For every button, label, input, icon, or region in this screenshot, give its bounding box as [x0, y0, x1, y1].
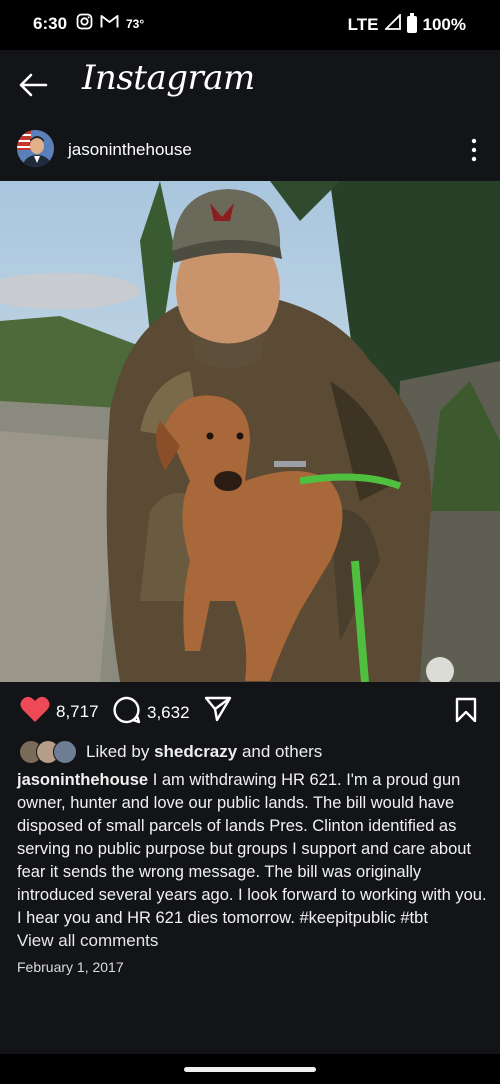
status-right: LTE 100% [347, 12, 466, 35]
liked-by-prefix: Liked by [86, 742, 150, 761]
likes-count: 8,717 [56, 702, 99, 721]
comment-button[interactable]: 3,632 [113, 696, 190, 729]
caption-text: I am withdrawing HR 621. I'm a proud gun… [17, 771, 487, 927]
post-photo[interactable] [0, 181, 500, 682]
liked-by-suffix: and others [241, 742, 323, 761]
view-all-comments-link[interactable]: View all comments [17, 931, 158, 951]
gmail-icon [100, 14, 119, 34]
status-time: 6:30 [33, 14, 68, 33]
instagram-logo: Instagram [82, 58, 255, 98]
comment-icon [113, 696, 141, 729]
battery-percent: 100% [422, 14, 466, 34]
status-bar: 6:30 73° LTE 100% [0, 0, 500, 50]
liker-avatars [19, 740, 79, 764]
share-icon[interactable] [204, 696, 232, 727]
battery-icon [406, 13, 417, 33]
system-nav-bar [0, 1054, 500, 1084]
avatar[interactable] [17, 130, 54, 167]
liked-by-user[interactable]: shedcrazy [154, 742, 237, 761]
post-caption: jasoninthehouse I am withdrawing HR 621.… [17, 769, 487, 930]
network-label: LTE [347, 14, 379, 34]
caption-username[interactable]: jasoninthehouse [17, 771, 148, 789]
status-icons: 73° [76, 13, 144, 35]
app-header: Instagram [0, 50, 500, 120]
liked-by-row[interactable]: Liked by shedcrazy and others [19, 740, 322, 764]
more-vertical-icon[interactable] [464, 136, 484, 164]
back-arrow-icon[interactable] [18, 72, 48, 98]
avatar [53, 740, 77, 764]
post-date: February 1, 2017 [17, 959, 124, 975]
home-gesture-handle[interactable] [184, 1067, 316, 1072]
post-header: jasoninthehouse [0, 122, 500, 180]
liked-by-text: Liked by shedcrazy and others [86, 742, 322, 762]
bookmark-icon[interactable] [455, 697, 477, 728]
post-actions: 8,717 3,632 [0, 688, 500, 732]
temperature: 73° [126, 17, 145, 31]
instagram-icon [76, 13, 93, 35]
post-username[interactable]: jasoninthehouse [68, 140, 192, 160]
heart-icon [20, 696, 50, 728]
comments-count: 3,632 [147, 702, 190, 722]
like-button[interactable]: 8,717 [20, 696, 99, 728]
signal-icon [383, 12, 401, 35]
